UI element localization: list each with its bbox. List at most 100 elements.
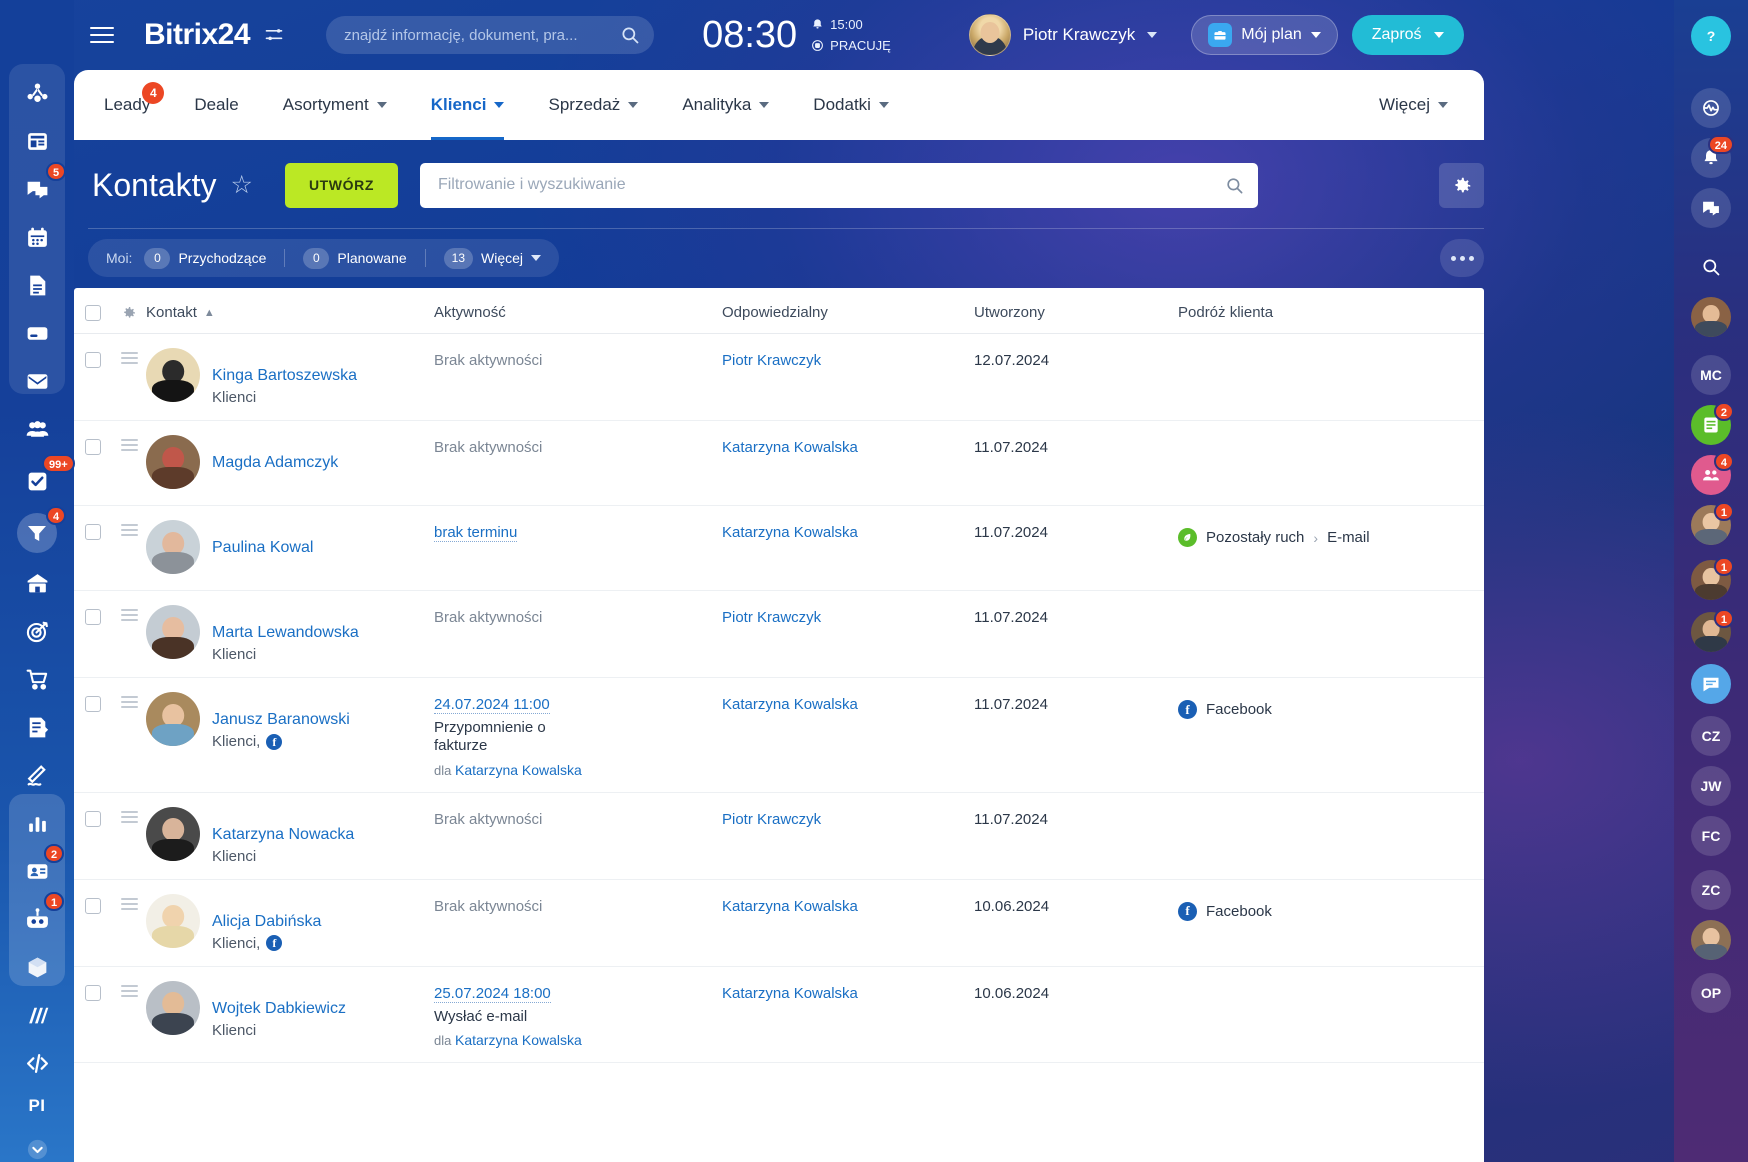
row-checkbox[interactable] — [85, 985, 101, 1001]
contact-name-link[interactable]: Wojtek Dabkiewicz — [212, 999, 346, 1019]
hamburger-icon[interactable] — [90, 27, 114, 44]
chevron-down-icon[interactable] — [494, 102, 504, 108]
row-drag-handle[interactable] — [121, 985, 138, 997]
sidebar-item-network[interactable] — [9, 72, 65, 114]
responsible-link[interactable]: Piotr Krawczyk — [722, 605, 821, 626]
nav-item-klienci[interactable]: Klienci — [409, 70, 527, 140]
row-drag-handle[interactable] — [121, 609, 138, 621]
contact-cell[interactable]: Janusz BaranowskiKlienci,f — [146, 696, 434, 750]
avatar[interactable] — [146, 981, 200, 1035]
sidebar-item-feed[interactable] — [9, 120, 65, 162]
column-header-name[interactable]: Kontakt▲ — [146, 304, 434, 321]
help-icon[interactable]: ? — [1691, 16, 1731, 56]
table-row[interactable]: Marta LewandowskaKlienciBrak aktywnościP… — [74, 591, 1484, 678]
journey-cell[interactable]: Pozostały ruch›E-mail — [1178, 524, 1484, 547]
contact-cell[interactable]: Paulina Kowal — [146, 524, 434, 574]
star-outline-icon[interactable]: ☆ — [231, 173, 253, 198]
chevron-down-icon[interactable] — [879, 102, 889, 108]
chat-bubbles-icon[interactable] — [1691, 188, 1731, 228]
responsible-link[interactable]: Katarzyna Kowalska — [722, 435, 858, 456]
sidebar-item-groups[interactable] — [9, 408, 65, 450]
avatar[interactable] — [146, 520, 200, 574]
filter-input[interactable] — [438, 176, 1225, 194]
row-drag-handle[interactable] — [121, 524, 138, 536]
row-checkbox[interactable] — [85, 524, 101, 540]
nav-item-asortyment[interactable]: Asortyment — [261, 70, 409, 140]
sidebar-item-drive[interactable] — [9, 312, 65, 354]
avatar[interactable] — [146, 894, 200, 948]
nav-item-dodatki[interactable]: Dodatki — [791, 70, 911, 140]
column-header-responsible[interactable]: Odpowiedzialny — [722, 304, 974, 321]
row-checkbox[interactable] — [85, 898, 101, 914]
status-row[interactable]: PRACUJĘ — [811, 35, 891, 56]
nav-item-sprzedaz[interactable]: Sprzedaż — [526, 70, 660, 140]
avatar[interactable] — [969, 14, 1011, 56]
avatar[interactable] — [146, 605, 200, 659]
user-menu[interactable]: Piotr Krawczyk — [969, 14, 1157, 56]
global-search[interactable] — [326, 16, 654, 54]
nav-item-leady[interactable]: Leady 4 — [74, 70, 172, 140]
table-row[interactable]: Alicja DabińskaKlienci,fBrak aktywnościK… — [74, 880, 1484, 967]
search-icon[interactable] — [1225, 176, 1244, 195]
journey-cell[interactable]: fFacebook — [1178, 696, 1484, 719]
journey-cell[interactable] — [1178, 352, 1484, 356]
row-drag-handle[interactable] — [121, 898, 138, 910]
messenger-icon[interactable] — [1691, 664, 1731, 704]
row-checkbox[interactable] — [85, 696, 101, 712]
avatar-initials-op[interactable]: OP — [1691, 973, 1731, 1013]
row-checkbox[interactable] — [85, 811, 101, 827]
table-row[interactable]: Wojtek DabkiewiczKlienci25.07.2024 18:00… — [74, 967, 1484, 1063]
table-row[interactable]: Janusz BaranowskiKlienci,f24.07.2024 11:… — [74, 678, 1484, 793]
journey-cell[interactable]: fFacebook — [1178, 898, 1484, 921]
avatar[interactable] — [146, 348, 200, 402]
app-logo[interactable]: Bitrix24 — [144, 18, 250, 52]
sidebar-item-invoices[interactable] — [9, 706, 65, 748]
invite-button[interactable]: Zaproś — [1352, 15, 1464, 55]
journey-cell[interactable] — [1178, 811, 1484, 815]
facebook-icon[interactable]: f — [266, 734, 282, 750]
responsible-link[interactable]: Piotr Krawczyk — [722, 807, 821, 828]
responsible-link[interactable]: Katarzyna Kowalska — [722, 981, 858, 1002]
contact-cell[interactable]: Wojtek DabkiewiczKlienci — [146, 985, 434, 1039]
sidebar-item-company[interactable] — [9, 562, 65, 604]
counter-planned[interactable]: 0 Planowane — [303, 248, 406, 269]
filter-search-field[interactable] — [420, 163, 1258, 208]
user-chat-1[interactable]: 1 — [1691, 505, 1731, 545]
journey-cell[interactable] — [1178, 609, 1484, 613]
avatar[interactable] — [146, 692, 200, 746]
pulse-icon[interactable] — [1691, 88, 1731, 128]
table-row[interactable]: Kinga BartoszewskaKlienciBrak aktywności… — [74, 334, 1484, 421]
contact-name-link[interactable]: Kinga Bartoszewska — [212, 366, 357, 386]
row-checkbox[interactable] — [85, 352, 101, 368]
contact-cell[interactable]: Magda Adamczyk — [146, 439, 434, 489]
row-drag-handle[interactable] — [121, 696, 138, 708]
row-checkbox[interactable] — [85, 439, 101, 455]
sidebar-item-market[interactable] — [9, 994, 65, 1036]
counter-incoming[interactable]: 0 Przychodzące — [144, 248, 266, 269]
sidebar-item-box[interactable] — [9, 946, 65, 988]
contact-name-link[interactable]: Alicja Dabińska — [212, 912, 321, 932]
row-drag-handle[interactable] — [121, 352, 138, 364]
contact-name-link[interactable]: Magda Adamczyk — [212, 453, 338, 473]
chevron-down-icon[interactable] — [1311, 32, 1321, 38]
chevron-down-icon[interactable] — [628, 102, 638, 108]
responsible-link[interactable]: Katarzyna Kowalska — [722, 894, 858, 915]
chevron-down-icon[interactable] — [377, 102, 387, 108]
ellipsis-icon[interactable] — [1440, 239, 1484, 277]
nav-item-analityka[interactable]: Analityka — [660, 70, 791, 140]
activity-for-person[interactable]: Katarzyna Kowalska — [455, 1032, 582, 1048]
contacts-button[interactable]: 4 — [1691, 455, 1731, 495]
contact-name-link[interactable]: Marta Lewandowska — [212, 623, 359, 643]
sidebar-item-expand[interactable] — [9, 1128, 65, 1162]
avatar[interactable] — [1691, 920, 1731, 960]
contact-cell[interactable]: Alicja DabińskaKlienci,f — [146, 898, 434, 952]
journey-cell[interactable] — [1178, 439, 1484, 443]
avatar[interactable] — [146, 807, 200, 861]
search-icon[interactable] — [1691, 247, 1731, 287]
contact-name-link[interactable]: Katarzyna Nowacka — [212, 825, 354, 845]
activity-date-link[interactable]: brak terminu — [434, 524, 517, 542]
row-checkbox[interactable] — [85, 609, 101, 625]
table-row[interactable]: Magda AdamczykBrak aktywnościKatarzyna K… — [74, 421, 1484, 506]
avatar[interactable] — [146, 435, 200, 489]
table-row[interactable]: Katarzyna NowackaKlienciBrak aktywnościP… — [74, 793, 1484, 880]
